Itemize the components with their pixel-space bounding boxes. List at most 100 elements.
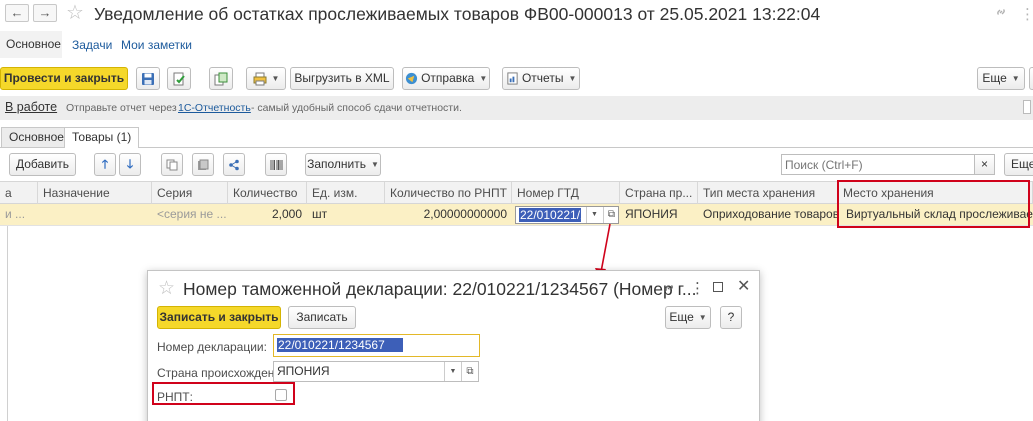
more-label: Еще [982, 71, 1007, 85]
row-divider [0, 225, 1033, 226]
more-button[interactable]: Еще ▼ [977, 67, 1025, 90]
fill-button[interactable]: Заполнить ▼ [305, 153, 381, 176]
cell-quantity[interactable]: 2,000 [228, 204, 307, 225]
info-bar: В работе Отправьте отчет через 1С-Отчетн… [0, 96, 1033, 120]
export-xml-button[interactable]: Выгрузить в XML [290, 67, 394, 90]
copy-row-button[interactable] [161, 153, 183, 176]
print-menu-button[interactable]: ▼ [246, 67, 286, 90]
column-header-series[interactable]: Серия [152, 182, 228, 204]
gtd-selected-text: 22/010221/1 [519, 208, 581, 222]
barcode-button[interactable] [265, 153, 287, 176]
cell-country[interactable]: ЯПОНИЯ [620, 204, 698, 225]
document-green-icon [214, 72, 228, 86]
cell-purpose[interactable] [38, 204, 152, 225]
table-more-button[interactable]: Еще [1004, 153, 1033, 176]
country-value: ЯПОНИЯ [277, 364, 330, 378]
save-button[interactable]: Записать [288, 306, 356, 329]
column-header-rnpt-quantity[interactable]: Количество по РНПТ [385, 182, 512, 204]
link-icon[interactable] [994, 5, 1008, 23]
back-button[interactable]: ← [5, 4, 29, 22]
column-header-quantity[interactable]: Количество [228, 182, 307, 204]
add-row-button[interactable]: Добавить [9, 153, 76, 176]
copy-icon [166, 159, 178, 171]
favorite-star-icon[interactable]: ☆ [66, 0, 84, 26]
column-header-unit[interactable]: Ед. изм. [307, 182, 385, 204]
column-header-purpose[interactable]: Назначение [38, 182, 152, 204]
cell-unit[interactable]: шт [307, 204, 385, 225]
arrow-right-icon: → [38, 5, 52, 20]
save-button[interactable] [136, 67, 160, 90]
post-and-close-button[interactable]: Провести и закрыть [0, 67, 128, 90]
post-document-icon [173, 72, 185, 86]
barcode-icon [270, 159, 282, 170]
column-header-country[interactable]: Страна пр... [620, 182, 698, 204]
reports-button[interactable]: Отчеты ▼ [502, 67, 580, 90]
country-input[interactable]: ЯПОНИЯ ▼ ⧉ [273, 361, 479, 382]
column-header-storage-type[interactable]: Тип места хранения [698, 182, 838, 204]
reports-label: Отчеты [521, 71, 564, 85]
more-vert-icon[interactable]: ⋮ [690, 279, 705, 297]
dropdown-icon[interactable]: ▼ [444, 362, 461, 381]
info-text-before: Отправьте отчет через [66, 102, 177, 114]
dropdown-icon[interactable]: ▼ [586, 207, 602, 223]
dialog-title: Номер таможенной декларации: 22/010221/1… [183, 279, 697, 299]
column-header-gtd[interactable]: Номер ГТД [512, 182, 620, 204]
help-button[interactable]: ? [1029, 67, 1033, 90]
delete-row-button[interactable] [192, 153, 214, 176]
arrow-up-icon: 🡑 [101, 157, 109, 171]
maximize-icon[interactable] [713, 282, 723, 292]
rnpt-checkbox[interactable] [275, 389, 287, 401]
tabs-divider [0, 147, 1033, 148]
report-icon [507, 72, 518, 85]
declaration-number-input[interactable]: 22/010221/1234567 [273, 334, 480, 357]
rows-icon [198, 159, 209, 170]
link-icon[interactable] [662, 281, 676, 298]
reporting-link[interactable]: 1С-Отчетность [178, 102, 251, 114]
dialog-more-label: Еще [669, 310, 694, 324]
move-down-button[interactable]: 🡓 [119, 153, 141, 176]
cell-storage-place[interactable]: Виртуальный склад прослеживаемых ... [840, 204, 1033, 225]
share-icon [229, 159, 239, 171]
table-header: а Назначение Серия Количество Ед. изм. К… [0, 181, 1033, 204]
rnpt-label: РНПТ: [157, 390, 193, 404]
move-up-button[interactable]: 🡑 [94, 153, 116, 176]
cell[interactable]: и ... [0, 204, 38, 225]
infobar-close-handle[interactable] [1023, 100, 1031, 114]
more-vert-icon[interactable]: ⋮ [1020, 5, 1033, 23]
create-based-button[interactable] [209, 67, 233, 90]
send-icon [405, 73, 417, 85]
cell-rnpt-quantity[interactable]: 2,00000000000 [385, 204, 512, 225]
close-icon[interactable]: ✕ [737, 276, 750, 296]
send-button[interactable]: Отправка ▼ [402, 67, 490, 90]
open-icon[interactable]: ⧉ [603, 207, 619, 223]
floppy-icon [142, 72, 154, 85]
favorite-star-icon[interactable]: ☆ [158, 277, 175, 300]
section-tab-tasks[interactable]: Задачи [72, 38, 112, 52]
section-tab-notes[interactable]: Мои заметки [121, 38, 192, 52]
search-clear-button[interactable]: × [974, 154, 995, 175]
cell-series[interactable]: <серия не ... [152, 204, 228, 225]
cell-storage-type[interactable]: Оприходование товаров,... [698, 204, 838, 225]
table-row[interactable]: и ... <серия не ... 2,000 шт 2,000000000… [0, 204, 1033, 225]
tab-goods[interactable]: Товары (1) [64, 127, 140, 148]
column-header[interactable]: а [0, 182, 38, 204]
open-icon[interactable]: ⧉ [461, 362, 478, 381]
fill-label: Заполнить [307, 157, 366, 171]
tab-main[interactable]: Основное [1, 127, 72, 147]
status-link[interactable]: В работе [5, 100, 57, 114]
dialog-help-button[interactable]: ? [720, 306, 742, 329]
send-label: Отправка [421, 71, 475, 85]
save-and-close-button[interactable]: Записать и закрыть [157, 306, 281, 329]
print-icon [253, 72, 267, 86]
column-header-storage-place[interactable]: Место хранения [838, 182, 1033, 204]
customs-declaration-dialog: ☆ Номер таможенной декларации: 22/010221… [147, 270, 760, 421]
share-button[interactable] [223, 153, 245, 176]
post-button[interactable] [167, 67, 191, 90]
search-input[interactable] [781, 154, 975, 175]
country-label: Страна происхождения: [157, 366, 291, 380]
dialog-more-button[interactable]: Еще ▼ [665, 306, 711, 329]
declaration-number-value: 22/010221/1234567 [277, 338, 403, 352]
info-text-after: - самый удобный способ сдачи отчетности. [251, 102, 462, 114]
forward-button[interactable]: → [33, 4, 57, 22]
section-tab-main[interactable]: Основное [0, 31, 62, 58]
